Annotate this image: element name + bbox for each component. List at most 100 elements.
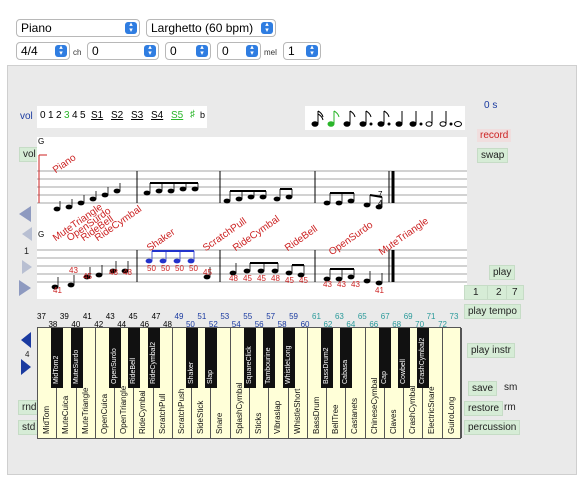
black-key[interactable]: CrashCymbal2 bbox=[417, 328, 430, 388]
white-key-label: OpenCuica bbox=[99, 393, 109, 434]
percussion-button[interactable]: percussion bbox=[464, 420, 521, 435]
key-number: 73 bbox=[449, 312, 459, 321]
note-num: 48 bbox=[109, 268, 118, 277]
chevron-updown-icon: ▴ ▾ bbox=[125, 21, 137, 34]
time-readout: 0 s bbox=[484, 100, 498, 111]
tempo-select[interactable]: Larghetto (60 bpm) ▴ ▾ bbox=[146, 19, 276, 37]
play-instr-button[interactable]: play instr bbox=[467, 343, 516, 358]
note-num: 45 bbox=[299, 276, 308, 285]
key-number: 53 bbox=[220, 312, 230, 321]
melody-select[interactable]: 1 ▴ ▾ bbox=[283, 42, 321, 60]
white-key[interactable]: GuiroLong bbox=[443, 328, 462, 438]
black-key[interactable]: Cap bbox=[378, 328, 391, 388]
black-key-label: Cowbell bbox=[400, 359, 408, 384]
play-tempo-button[interactable]: play tempo bbox=[464, 304, 521, 319]
white-key-label: BassDrum bbox=[311, 396, 321, 434]
black-key-label: Slap bbox=[207, 369, 215, 384]
key-number: 49 bbox=[174, 312, 184, 321]
track-4[interactable]: 4 bbox=[72, 110, 78, 121]
track-2[interactable]: 2 bbox=[56, 110, 62, 121]
sm-button[interactable]: sm bbox=[504, 382, 517, 393]
scroll-left-icon[interactable] bbox=[19, 206, 31, 222]
instrument-value: Piano bbox=[21, 21, 52, 35]
slot-s5[interactable]: S5 bbox=[171, 110, 183, 121]
octave-up-icon[interactable] bbox=[21, 332, 31, 348]
white-key-label: SplashCymbal bbox=[234, 382, 244, 434]
slot-s1[interactable]: S1 bbox=[91, 110, 103, 121]
play-button[interactable]: play bbox=[489, 265, 516, 280]
white-key-label: GuiroLong bbox=[446, 396, 456, 434]
black-key-label: BassDrum2 bbox=[323, 347, 331, 384]
black-key[interactable]: BassDrum2 bbox=[321, 328, 334, 388]
track-0[interactable]: 0 bbox=[40, 110, 46, 121]
note-num: 45 bbox=[243, 274, 252, 283]
restore-button[interactable]: restore bbox=[464, 401, 504, 416]
black-key-label: OpenSurdo bbox=[111, 348, 119, 384]
note-num: 50 bbox=[161, 264, 170, 273]
black-key[interactable]: RideBell bbox=[128, 328, 141, 388]
slot-s3[interactable]: S3 bbox=[131, 110, 143, 121]
sharp-button[interactable]: ♯ bbox=[190, 109, 195, 120]
play-7-button[interactable]: 7 bbox=[506, 285, 524, 300]
track-3[interactable]: 3 bbox=[64, 110, 70, 121]
white-key-label: CrashCymbal bbox=[408, 385, 418, 434]
swap-button[interactable]: swap bbox=[477, 148, 509, 163]
vol-label: vol bbox=[20, 111, 33, 122]
mel-label: mel bbox=[264, 48, 277, 57]
octave-number: 4 bbox=[25, 350, 30, 359]
black-key[interactable]: WhistleLong bbox=[282, 328, 295, 388]
param3-select[interactable]: 0 ▴ ▾ bbox=[217, 42, 261, 60]
key-number: 45 bbox=[128, 312, 138, 321]
param2-select[interactable]: 0 ▴ ▾ bbox=[165, 42, 211, 60]
scroll-right-icon[interactable] bbox=[19, 280, 31, 296]
tempo-value: Larghetto (60 bpm) bbox=[151, 21, 254, 35]
score-staff-area[interactable]: G G Piano 7 4 MuteTriangle OpenSurdo Rid… bbox=[37, 137, 467, 299]
percussion-keyboard[interactable]: MidTom MuteCuica MuteTriangle OpenCuica Open… bbox=[37, 327, 462, 439]
black-key[interactable]: MuteSurdo bbox=[70, 328, 83, 388]
white-key-label: ElectricSnare bbox=[427, 386, 437, 434]
channel-value: 0 bbox=[92, 44, 99, 58]
scroll-left-icon[interactable] bbox=[22, 227, 32, 241]
black-key-label: Cap bbox=[380, 371, 388, 384]
time-signature-select[interactable]: 4/4 ▴ ▾ bbox=[16, 42, 70, 60]
note-palette-icons[interactable] bbox=[305, 106, 465, 130]
octave-down-icon[interactable] bbox=[21, 359, 31, 375]
note-duration-palette bbox=[305, 106, 465, 130]
black-key[interactable]: RideCymbal2 bbox=[147, 328, 160, 388]
slot-s4[interactable]: S4 bbox=[151, 110, 163, 121]
scroll-right-icon[interactable] bbox=[22, 260, 32, 274]
note-num: 50 bbox=[189, 264, 198, 273]
track-5[interactable]: 5 bbox=[80, 110, 86, 121]
record-button[interactable]: record bbox=[477, 129, 512, 142]
black-key-label: RideCymbal2 bbox=[149, 341, 157, 384]
black-key[interactable]: Shaker bbox=[186, 328, 199, 388]
slot-s2[interactable]: S2 bbox=[111, 110, 123, 121]
black-key[interactable]: MidTom2 bbox=[51, 328, 64, 388]
black-key[interactable]: SquareClick bbox=[244, 328, 256, 388]
black-key[interactable]: OpenSurdo bbox=[109, 328, 122, 388]
note-num: 41 bbox=[53, 286, 62, 295]
note-num: 43 bbox=[351, 280, 360, 289]
track-1[interactable]: 1 bbox=[48, 110, 54, 121]
black-key-label: SquareClick bbox=[246, 346, 253, 384]
key-number: 63 bbox=[334, 312, 344, 321]
key-number: 55 bbox=[243, 312, 253, 321]
instrument-select[interactable]: Piano ▴ ▾ bbox=[16, 19, 140, 37]
white-key-label: ChineseCymbal bbox=[369, 377, 379, 434]
channel-select[interactable]: 0 ▴ ▾ bbox=[87, 42, 159, 60]
black-key-label: WhistleLong bbox=[284, 345, 292, 384]
black-key[interactable]: Cowbell bbox=[398, 328, 411, 388]
rm-button[interactable]: rm bbox=[504, 402, 516, 413]
black-key[interactable]: Tambourine bbox=[263, 328, 276, 388]
play-1-button[interactable]: 1 bbox=[464, 285, 488, 300]
white-key-label: BellTree bbox=[331, 404, 341, 435]
black-key-label: Cabasa bbox=[342, 359, 350, 384]
key-number: 57 bbox=[266, 312, 276, 321]
flat-button[interactable]: b bbox=[200, 110, 205, 120]
note-num: 41 bbox=[375, 286, 384, 295]
black-key[interactable]: Slap bbox=[205, 328, 218, 388]
key-number: 51 bbox=[197, 312, 207, 321]
note-num: 45 bbox=[83, 272, 92, 281]
save-button[interactable]: save bbox=[468, 381, 498, 396]
black-key[interactable]: Cabasa bbox=[340, 328, 353, 388]
